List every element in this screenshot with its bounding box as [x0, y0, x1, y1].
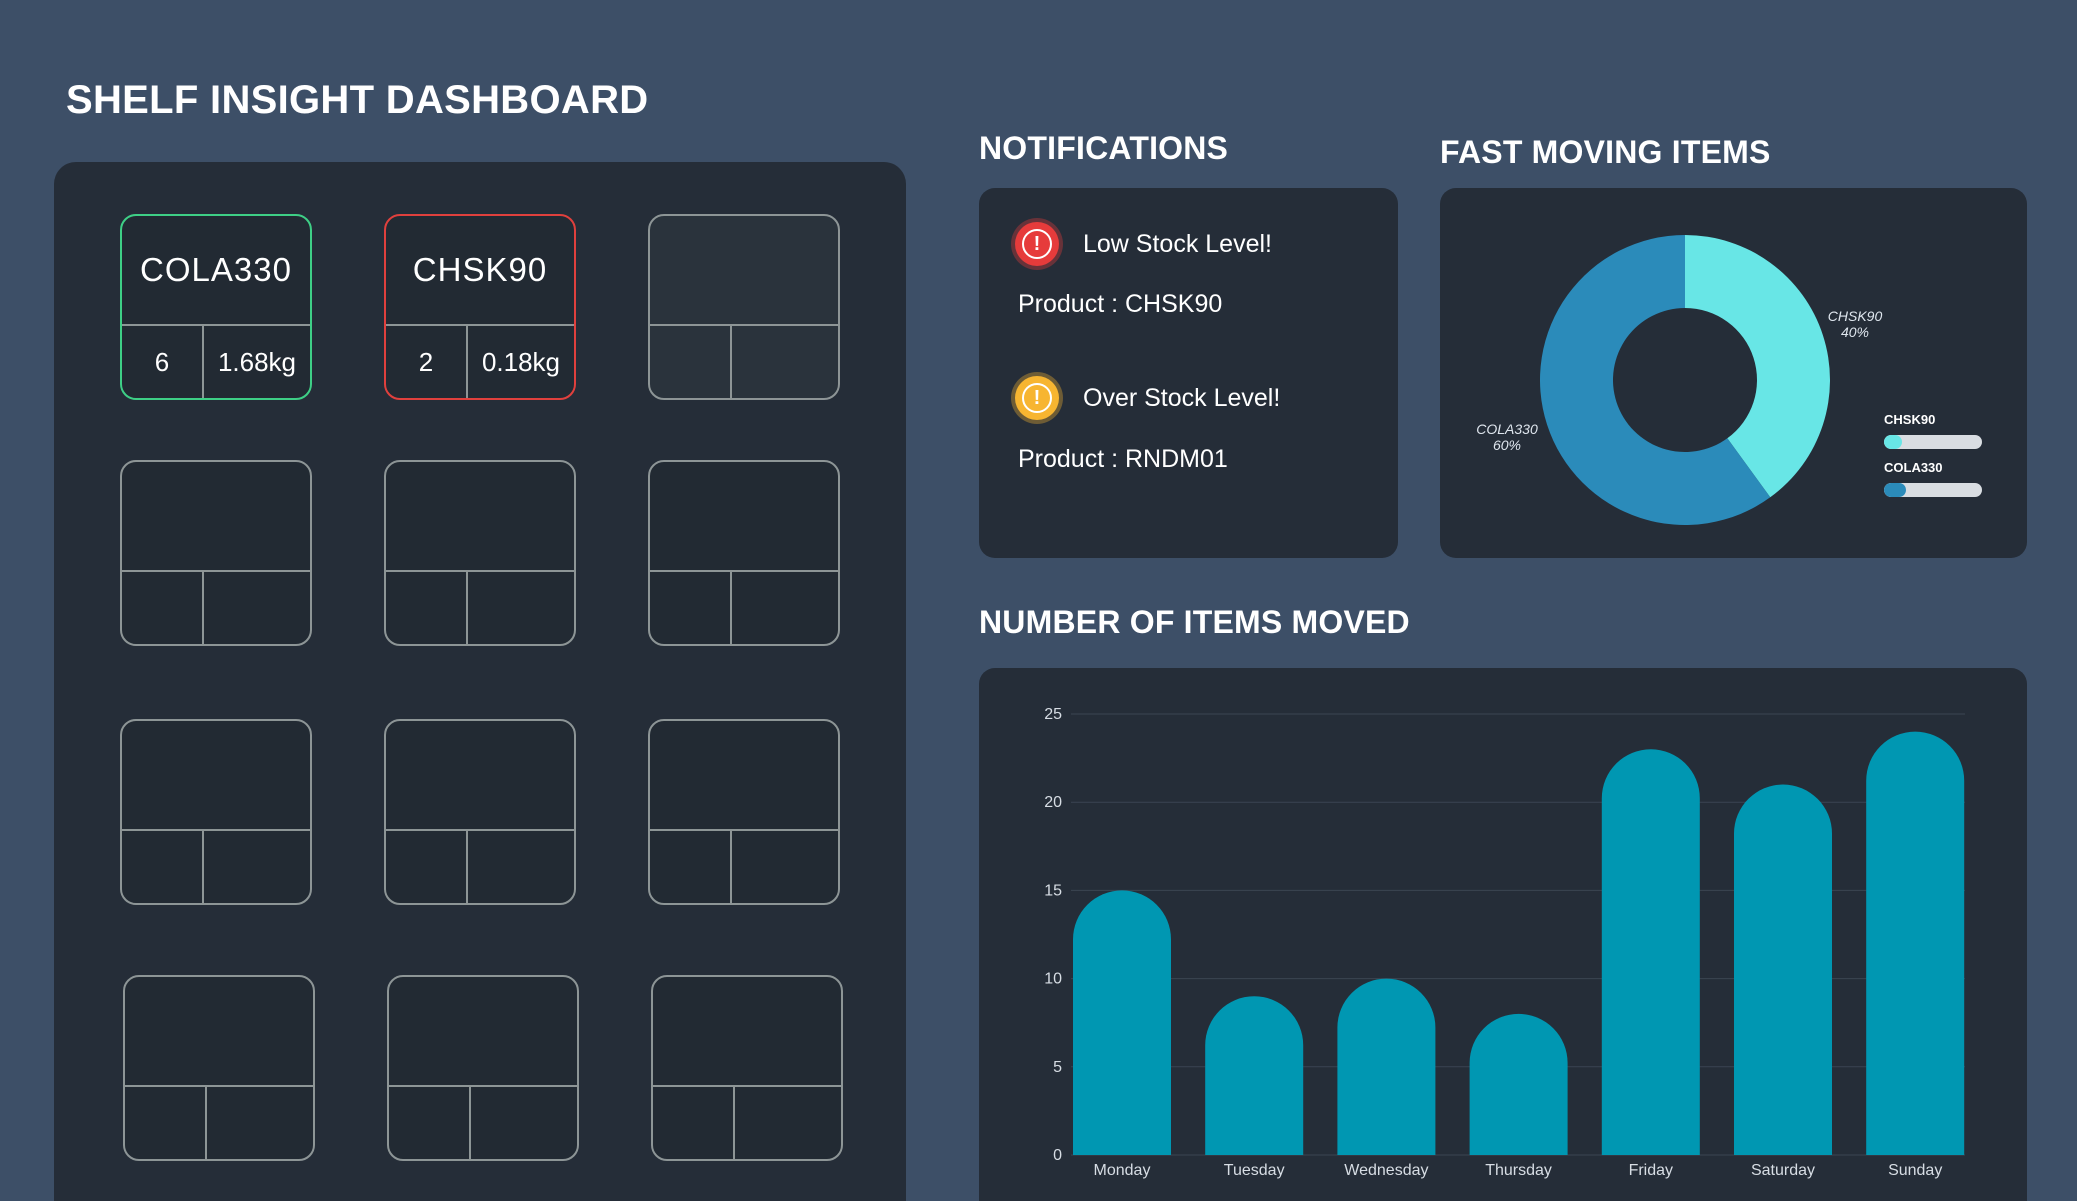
- shelf-product-code: [389, 977, 577, 1087]
- x-tick-label: Saturday: [1751, 1162, 1815, 1179]
- shelf-weight: [471, 1087, 577, 1159]
- y-tick-label: 0: [1053, 1147, 1062, 1164]
- alert-icon: !: [1015, 376, 1059, 420]
- shelf-item-count: [650, 572, 732, 644]
- notifications-panel: ! Low Stock Level! Product : CHSK90 ! Ov…: [979, 188, 1398, 558]
- donut-label-chsk90: CHSK90 40%: [1827, 308, 1883, 340]
- shelf-product-code: COLA330: [122, 216, 310, 326]
- shelf-slot[interactable]: [648, 460, 840, 646]
- shelf-slot[interactable]: [120, 719, 312, 905]
- shelf-product-code: [125, 977, 313, 1087]
- notification-message: Over Stock Level!: [1083, 384, 1281, 412]
- shelf-weight: [732, 326, 838, 398]
- page-title: SHELF INSIGHT DASHBOARD: [66, 78, 649, 122]
- legend-fill-chsk90: [1884, 435, 1902, 449]
- shelf-item-count: [122, 831, 204, 903]
- shelf-product-code: [122, 721, 310, 831]
- legend-name-chsk90: CHSK90: [1884, 412, 1936, 427]
- shelf-weight: [468, 572, 574, 644]
- shelf-item-count: 2: [386, 326, 468, 398]
- shelf-weight: [732, 831, 838, 903]
- shelf-grid-panel: COLA330 6 1.68kg CHSK90 2 0.18kg: [54, 162, 906, 1201]
- shelf-slot[interactable]: COLA330 6 1.68kg: [120, 214, 312, 400]
- fast-moving-title: FAST MOVING ITEMS: [1440, 134, 1771, 170]
- shelf-weight: [735, 1087, 841, 1159]
- notification-product: Product : CHSK90: [1018, 290, 1223, 318]
- shelf-weight: [468, 831, 574, 903]
- x-tick-label: Friday: [1629, 1162, 1673, 1179]
- shelf-product-code: [386, 462, 574, 572]
- legend-bar-chsk90: [1884, 435, 1982, 449]
- shelf-item-count: [122, 572, 204, 644]
- shelf-item-count: [125, 1087, 207, 1159]
- bar-thursday[interactable]: [1469, 1013, 1568, 1155]
- x-tick-label: Thursday: [1485, 1162, 1552, 1179]
- shelf-product-code: [386, 721, 574, 831]
- shelf-item-count: [386, 831, 468, 903]
- notifications-title: NOTIFICATIONS: [979, 130, 1229, 166]
- y-tick-label: 15: [1044, 882, 1062, 899]
- shelf-slot[interactable]: [651, 975, 843, 1161]
- bar-saturday[interactable]: [1734, 784, 1832, 1155]
- x-tick-label: Sunday: [1888, 1162, 1942, 1179]
- shelf-slot[interactable]: [384, 460, 576, 646]
- shelf-slot[interactable]: [387, 975, 579, 1161]
- shelf-weight: 1.68kg: [217, 346, 297, 377]
- donut-chart: [1539, 235, 1830, 525]
- items-moved-panel: 0 5 10 15 20 25 Monday Tuesday Wednesday Thursday…: [979, 668, 2027, 1201]
- shelf-weight: [204, 572, 310, 644]
- shelf-item-count: [386, 572, 468, 644]
- shelf-slot[interactable]: [123, 975, 315, 1161]
- fast-moving-panel: CHSK90 40% COLA330 60% CHSK90 COLA330: [1440, 188, 2027, 558]
- shelf-slot[interactable]: [120, 460, 312, 646]
- bar-monday[interactable]: [1073, 890, 1171, 1155]
- shelf-item-count: [650, 831, 732, 903]
- shelf-item-count: [650, 326, 732, 398]
- alert-icon: !: [1015, 222, 1059, 266]
- shelf-item-count: [653, 1087, 735, 1159]
- shelf-product-code: [650, 462, 838, 572]
- shelf-product-code: CHSK90: [386, 216, 574, 326]
- shelf-slot[interactable]: [384, 719, 576, 905]
- y-tick-label: 20: [1044, 794, 1062, 811]
- shelf-slot[interactable]: [648, 214, 840, 400]
- notification-message: Low Stock Level!: [1083, 230, 1272, 258]
- shelf-product-code: [653, 977, 841, 1087]
- shelf-product-code: [650, 216, 838, 326]
- bar-friday[interactable]: [1601, 749, 1700, 1155]
- items-moved-bar-chart: 0 5 10 15 20 25 Monday Tuesday Wednesday Thursday…: [1044, 706, 1965, 1179]
- legend-bar-cola330: [1884, 483, 1982, 497]
- shelf-product-code: [650, 721, 838, 831]
- x-tick-label: Monday: [1094, 1162, 1151, 1179]
- items-moved-title: NUMBER OF ITEMS MOVED: [979, 604, 1410, 640]
- shelf-weight: [204, 831, 310, 903]
- y-tick-label: 25: [1044, 706, 1062, 723]
- shelf-weight: [207, 1087, 313, 1159]
- shelf-product-code: [122, 462, 310, 572]
- shelf-slot[interactable]: CHSK90 2 0.18kg: [384, 214, 576, 400]
- x-tick-label: Wednesday: [1344, 1162, 1428, 1179]
- shelf-item-count: [389, 1087, 471, 1159]
- shelf-weight: [732, 572, 838, 644]
- notification-product: Product : RNDM01: [1018, 445, 1228, 473]
- bar-sunday[interactable]: [1866, 731, 1965, 1155]
- x-tick-label: Tuesday: [1224, 1162, 1285, 1179]
- y-tick-label: 10: [1044, 971, 1062, 988]
- shelf-slot[interactable]: [648, 719, 840, 905]
- y-tick-label: 5: [1053, 1059, 1062, 1076]
- shelf-item-count: 6: [122, 326, 204, 398]
- bar-wednesday[interactable]: [1337, 978, 1436, 1155]
- legend-name-cola330: COLA330: [1884, 460, 1943, 475]
- legend-fill-cola330: [1884, 483, 1906, 497]
- shelf-weight: 0.18kg: [481, 346, 561, 377]
- donut-label-cola330: COLA330 60%: [1476, 421, 1538, 453]
- bar-tuesday[interactable]: [1205, 996, 1304, 1155]
